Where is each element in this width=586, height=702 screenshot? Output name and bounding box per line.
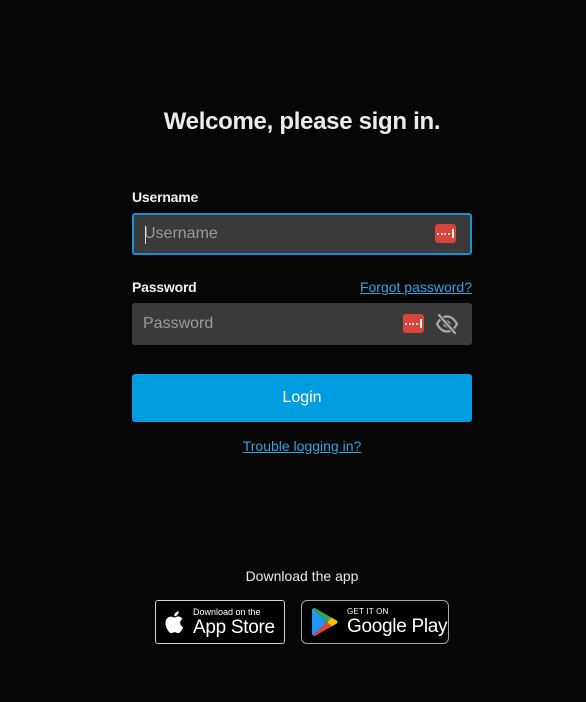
google-play-small-text: GET IT ON <box>347 607 389 616</box>
username-input[interactable] <box>134 215 470 253</box>
username-label: Username <box>132 189 199 205</box>
eye-slash-icon[interactable] <box>435 313 459 335</box>
page-title: Welcome, please sign in. <box>163 108 441 135</box>
password-label: Password <box>132 279 197 295</box>
password-manager-icon[interactable] <box>403 314 424 333</box>
forgot-password-link[interactable]: Forgot password? <box>360 279 472 295</box>
apple-logo-icon <box>165 611 184 634</box>
trouble-logging-in-link[interactable]: Trouble logging in? <box>132 438 472 454</box>
password-label-row: Password Forgot password? <box>132 279 472 297</box>
sign-in-form: Username Password Forgot password? <box>132 189 472 345</box>
app-store-badge[interactable]: Download on the App Store <box>155 600 285 644</box>
login-button[interactable]: Login <box>132 374 472 422</box>
download-app-label: Download the app <box>245 568 359 584</box>
username-field-wrapper <box>132 213 472 255</box>
sign-in-page: Welcome, please sign in. Username Passwo… <box>0 0 586 702</box>
app-store-big-text: App Store <box>193 616 275 638</box>
app-store-small-text: Download on the <box>193 606 261 617</box>
password-manager-icon[interactable] <box>435 224 456 243</box>
google-play-badge[interactable]: GET IT ON Google Play <box>301 600 449 644</box>
google-play-logo-icon <box>312 607 338 637</box>
google-play-big-text: Google Play <box>347 616 448 637</box>
username-label-row: Username <box>132 189 472 207</box>
text-caret <box>145 226 146 244</box>
password-field-wrapper <box>132 303 472 345</box>
